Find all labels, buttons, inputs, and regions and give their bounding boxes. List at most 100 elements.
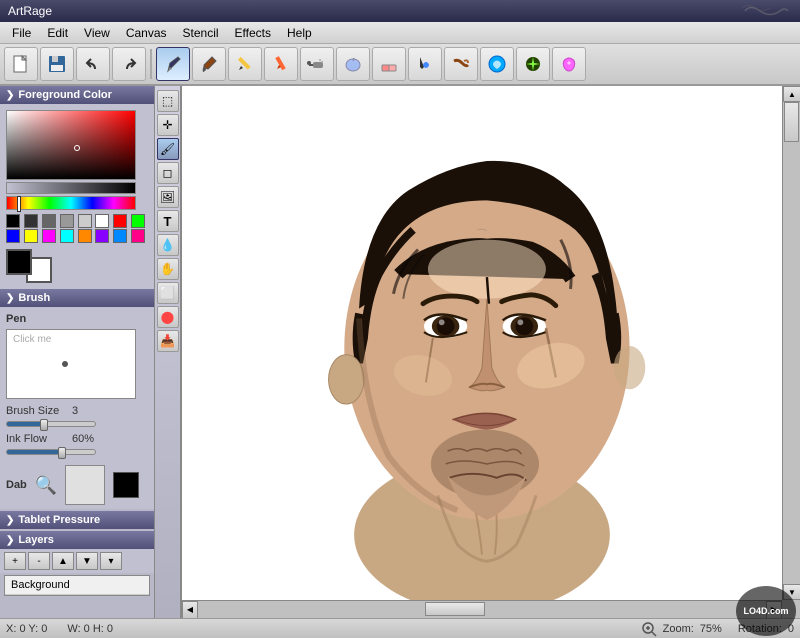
app-container: ArtRage File Edit View Canvas Stencil Ef… xyxy=(0,0,800,638)
fg-color-arrow: ❯ xyxy=(6,90,14,101)
alpha-bar[interactable] xyxy=(6,182,136,194)
menu-canvas[interactable]: Canvas xyxy=(118,24,175,42)
size-display: W: 0 H: 0 xyxy=(67,623,113,635)
tool-erase[interactable]: ◻ xyxy=(157,162,179,184)
color-swatch[interactable] xyxy=(24,214,38,228)
toolbar-new[interactable] xyxy=(4,47,38,81)
zoom-icon xyxy=(641,621,657,637)
dab-eyedropper[interactable]: 🔍 xyxy=(35,475,57,496)
tool-rect-select[interactable]: ⬜ xyxy=(157,282,179,304)
hue-bar[interactable] xyxy=(6,196,136,210)
tool-transform[interactable]: ✛ xyxy=(157,114,179,136)
color-swatch[interactable] xyxy=(60,214,74,228)
toolbar-undo[interactable] xyxy=(76,47,110,81)
brush-section: ❯ Brush Pen Click me Brush Size 3 xyxy=(0,289,154,461)
layer-btn-4[interactable]: ▼ xyxy=(76,552,98,570)
horizontal-scrollbar[interactable]: ◀ ▶ xyxy=(182,600,782,618)
hue-cursor xyxy=(17,196,21,212)
tool-select[interactable]: ⬚ xyxy=(157,90,179,112)
toolbar-brush-paint[interactable] xyxy=(192,47,226,81)
layer-btn-2[interactable]: - xyxy=(28,552,50,570)
color-cursor xyxy=(74,145,80,151)
canvas-area[interactable]: ▲ ▼ ◀ ▶ xyxy=(182,86,800,618)
brush-size-label: Brush Size xyxy=(6,405,66,417)
foreground-color-box[interactable] xyxy=(6,249,32,275)
dab-label: Dab xyxy=(6,479,27,491)
toolbar-save[interactable] xyxy=(40,47,74,81)
scrollbar-thumb-h[interactable] xyxy=(425,602,485,616)
app-title: ArtRage xyxy=(8,4,52,18)
toolbar-eraser[interactable] xyxy=(372,47,406,81)
color-swatch[interactable] xyxy=(6,214,20,228)
brush-size-handle[interactable] xyxy=(40,419,48,431)
lo4d-text: LO4D.com xyxy=(743,606,788,616)
menu-stencil[interactable]: Stencil xyxy=(175,24,227,42)
brush-header[interactable]: ❯ Brush xyxy=(0,289,154,307)
tool-hand[interactable]: ✋ xyxy=(157,258,179,280)
ink-flow-handle[interactable] xyxy=(58,447,66,459)
ink-flow-label: Ink Flow xyxy=(6,433,66,445)
layer-item[interactable]: Background xyxy=(5,576,149,595)
toolbar-watercolor[interactable] xyxy=(336,47,370,81)
layers-header[interactable]: ❯ Layers xyxy=(0,531,154,549)
menu-effects[interactable]: Effects xyxy=(227,24,279,42)
toolbar-glitter[interactable] xyxy=(516,47,550,81)
scrollbar-track-h[interactable] xyxy=(198,601,766,619)
color-swatch[interactable] xyxy=(42,229,56,243)
brush-cursor xyxy=(62,361,68,367)
color-swatch[interactable] xyxy=(113,214,127,228)
scrollbar-thumb-v[interactable] xyxy=(784,102,799,142)
scrollbar-left-button[interactable]: ◀ xyxy=(182,601,198,619)
color-swatch[interactable] xyxy=(78,229,92,243)
tool-paint[interactable]: 🖌 xyxy=(157,138,179,160)
menu-view[interactable]: View xyxy=(76,24,118,42)
dab-preview[interactable] xyxy=(65,465,105,505)
color-swatch[interactable] xyxy=(42,214,56,228)
toolbar-smear[interactable] xyxy=(444,47,478,81)
menu-file[interactable]: File xyxy=(4,24,39,42)
menu-help[interactable]: Help xyxy=(279,24,320,42)
toolbar-pen[interactable] xyxy=(156,47,190,81)
color-swatch[interactable] xyxy=(113,229,127,243)
tablet-header[interactable]: ❯ Tablet Pressure xyxy=(0,511,154,529)
color-swatch[interactable] xyxy=(24,229,38,243)
toolbar-fill[interactable] xyxy=(408,47,442,81)
fg-color-header[interactable]: ❯ Foreground Color xyxy=(0,86,154,104)
color-swatches xyxy=(6,214,148,243)
toolbar-redo[interactable] xyxy=(112,47,146,81)
ink-flow-value: 60% xyxy=(72,433,94,445)
color-swatch[interactable] xyxy=(60,229,74,243)
dab-color-box[interactable] xyxy=(113,472,139,498)
color-swatch[interactable] xyxy=(6,229,20,243)
brush-size-slider[interactable] xyxy=(6,421,96,427)
color-gradient[interactable] xyxy=(6,110,136,180)
toolbar-sep-1 xyxy=(150,49,152,79)
menu-edit[interactable]: Edit xyxy=(39,24,76,42)
color-swatch[interactable] xyxy=(78,214,92,228)
layer-btn-3[interactable]: ▲ xyxy=(52,552,74,570)
vertical-scrollbar[interactable]: ▲ ▼ xyxy=(782,86,800,600)
fg-color-section: ❯ Foreground Color xyxy=(0,86,154,289)
scrollbar-up-button[interactable]: ▲ xyxy=(783,86,800,102)
color-swatch[interactable] xyxy=(131,214,145,228)
toolbar-pencil[interactable] xyxy=(228,47,262,81)
tool-photo[interactable]: 🖼 xyxy=(157,186,179,208)
brush-label: Brush xyxy=(18,292,50,304)
brush-preview[interactable]: Click me xyxy=(6,329,136,399)
layer-btn-1[interactable]: + xyxy=(4,552,26,570)
drawing-canvas[interactable] xyxy=(182,86,782,600)
toolbar-special[interactable] xyxy=(552,47,586,81)
toolbar-sticker[interactable] xyxy=(480,47,514,81)
toolbar-airbrush[interactable] xyxy=(300,47,334,81)
tool-sticker[interactable]: ⬤ xyxy=(157,306,179,328)
layers-label: Layers xyxy=(18,534,53,546)
tool-text[interactable]: T xyxy=(157,210,179,232)
toolbar-crayon[interactable] xyxy=(264,47,298,81)
tool-import[interactable]: 📥 xyxy=(157,330,179,352)
color-swatch[interactable] xyxy=(131,229,145,243)
ink-flow-slider[interactable] xyxy=(6,449,96,455)
tool-eyedropper[interactable]: 💧 xyxy=(157,234,179,256)
color-swatch[interactable] xyxy=(95,229,109,243)
color-swatch[interactable] xyxy=(95,214,109,228)
layer-btn-options[interactable]: ▾ xyxy=(100,552,122,570)
